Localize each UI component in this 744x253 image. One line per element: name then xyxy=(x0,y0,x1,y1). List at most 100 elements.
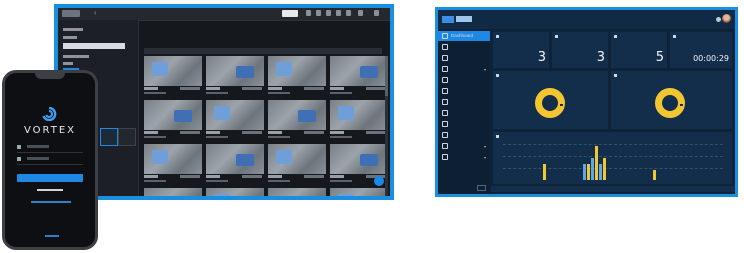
thumbnail-card[interactable] xyxy=(268,56,326,98)
collapse-sidebar-button[interactable] xyxy=(477,185,486,191)
card-subcaption xyxy=(268,136,290,138)
chart-bar xyxy=(595,146,598,180)
nav-item[interactable] xyxy=(438,119,490,129)
panel-icon xyxy=(496,74,499,78)
vehicle xyxy=(236,66,254,78)
filter-label xyxy=(63,62,73,65)
dashboard-content: 3 3 5 00:00:29 xyxy=(491,29,735,194)
toolbar-icon[interactable] xyxy=(336,10,341,16)
nav-item[interactable]: ▾ xyxy=(438,141,490,151)
vehicle xyxy=(276,62,292,76)
card-subcaption xyxy=(268,180,290,182)
secondary-link[interactable] xyxy=(31,201,71,203)
forgot-password-link[interactable] xyxy=(37,189,63,191)
card-caption xyxy=(206,131,220,134)
nav-item[interactable] xyxy=(438,53,490,63)
thumbnail-card[interactable] xyxy=(144,100,202,142)
card-caption xyxy=(206,175,220,178)
nav-item-dashboard[interactable]: Dashboard xyxy=(438,31,490,41)
filter-label xyxy=(63,36,77,39)
vehicle xyxy=(276,150,292,164)
camera-thumbnail xyxy=(144,144,202,174)
toolbar-icon[interactable] xyxy=(358,10,363,16)
toolbar-icon[interactable] xyxy=(316,10,321,16)
avatar[interactable] xyxy=(722,14,731,23)
grid-line xyxy=(503,144,723,145)
back-arrow-icon[interactable]: ‹ xyxy=(94,9,96,18)
thumbnail-card[interactable] xyxy=(330,56,388,98)
card-subcaption xyxy=(144,92,166,94)
card-subcaption xyxy=(330,180,352,182)
view-tile-active[interactable] xyxy=(100,128,118,146)
nav-item[interactable]: ▾ xyxy=(438,152,490,162)
vehicle xyxy=(214,106,230,120)
vehicle xyxy=(214,194,230,196)
card-time xyxy=(366,131,386,134)
donut-chart xyxy=(535,88,565,118)
dashboard-icon xyxy=(442,33,448,39)
thumbnail-card[interactable] xyxy=(206,100,264,142)
nav-item[interactable] xyxy=(438,108,490,118)
thumbnail-card[interactable] xyxy=(268,144,326,186)
donut-gap xyxy=(560,104,563,106)
thumbnail-card[interactable] xyxy=(144,144,202,186)
nav-icon xyxy=(442,66,448,72)
card-caption xyxy=(268,131,282,134)
nav-item[interactable] xyxy=(438,130,490,140)
camera-thumbnail xyxy=(268,100,326,130)
toolbar-icon[interactable] xyxy=(326,10,331,16)
toolbar-icon[interactable] xyxy=(306,10,311,16)
card-time xyxy=(242,87,262,90)
footer-link[interactable] xyxy=(45,235,59,237)
kpi-icon xyxy=(496,35,499,39)
card-caption xyxy=(144,131,158,134)
grid-line xyxy=(503,156,723,157)
dashboard-window: Dashboard ▾ ▾ ▾ 3 3 5 00:00:29 xyxy=(435,7,738,197)
thumbnail-card[interactable] xyxy=(206,56,264,98)
thumbnail-card[interactable] xyxy=(206,144,264,186)
camera-thumbnail xyxy=(206,100,264,130)
view-tile[interactable] xyxy=(118,128,136,146)
scrollbar-thumb[interactable] xyxy=(385,56,388,96)
toolbar-icon[interactable] xyxy=(346,10,351,16)
thumbnail-card[interactable] xyxy=(330,188,388,196)
thumbnail-card[interactable] xyxy=(206,188,264,196)
password-field[interactable] xyxy=(17,155,83,165)
kpi-header xyxy=(614,34,619,39)
kpi-header xyxy=(673,34,678,39)
chevron-down-icon: ▾ xyxy=(483,155,486,160)
sign-in-button[interactable] xyxy=(17,174,83,182)
kpi-card: 3 xyxy=(552,32,608,68)
results-area xyxy=(138,20,390,196)
card-time xyxy=(180,87,200,90)
nav-item[interactable] xyxy=(438,97,490,107)
card-subcaption xyxy=(268,92,290,94)
chart-bar xyxy=(583,164,586,180)
nav-item[interactable]: ▾ xyxy=(438,64,490,74)
thumbnail-card[interactable] xyxy=(268,100,326,142)
kpi-value: 3 xyxy=(537,50,546,65)
nav-item[interactable] xyxy=(438,42,490,52)
kpi-value: 00:00:29 xyxy=(693,54,729,63)
thumbnail-card[interactable] xyxy=(144,56,202,98)
thumbnail-card[interactable] xyxy=(268,188,326,196)
close-icon[interactable] xyxy=(374,10,379,16)
toolbar-button[interactable] xyxy=(282,10,298,17)
kpi-header xyxy=(496,34,501,39)
nav-item[interactable] xyxy=(438,86,490,96)
scrollbar[interactable] xyxy=(385,56,388,196)
thumbnail-card[interactable] xyxy=(144,188,202,196)
thumbnail-card[interactable] xyxy=(330,100,388,142)
username-field[interactable] xyxy=(17,143,83,153)
vehicle xyxy=(298,110,316,122)
card-time xyxy=(180,175,200,178)
card-caption xyxy=(330,131,344,134)
app-logo xyxy=(62,10,80,17)
card-caption xyxy=(330,87,344,90)
floating-action-button[interactable] xyxy=(374,176,384,186)
gear-icon[interactable] xyxy=(716,17,721,22)
filter-input[interactable] xyxy=(63,43,125,49)
nav-item[interactable] xyxy=(438,75,490,85)
kpi-card: 00:00:29 xyxy=(670,32,732,68)
card-subcaption xyxy=(144,136,166,138)
